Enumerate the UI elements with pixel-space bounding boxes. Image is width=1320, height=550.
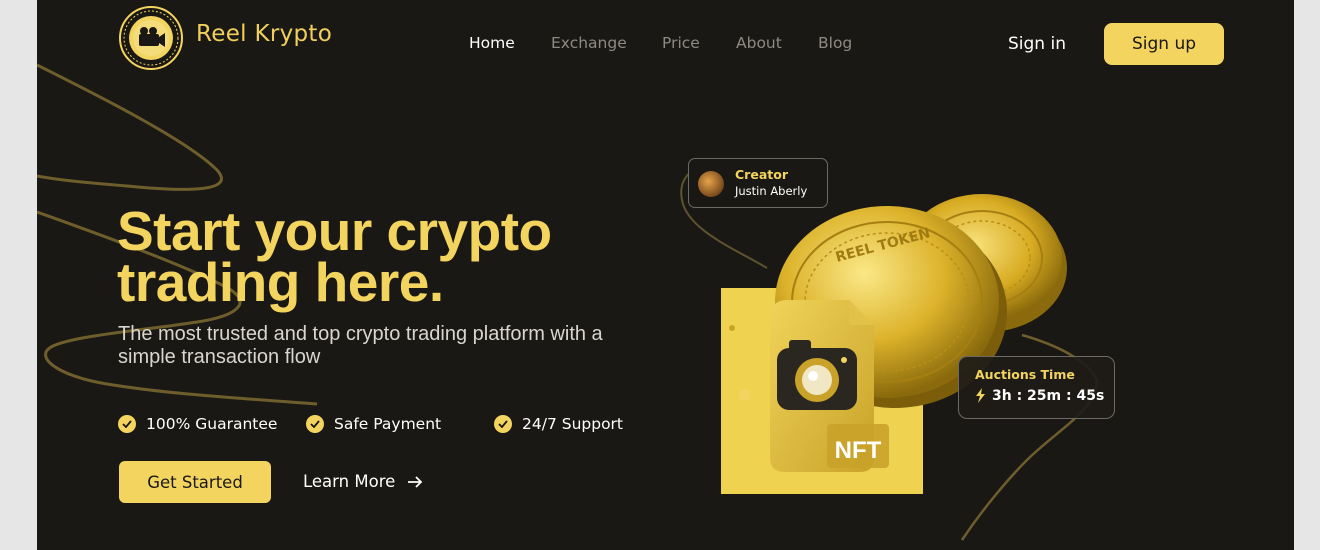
lightning-icon: [976, 388, 985, 403]
nft-label: NFT: [835, 437, 882, 464]
creator-label: Creator: [735, 167, 788, 182]
creator-avatar: [698, 171, 724, 197]
nft-coin-illustration: REEL TOKEN NFT: [721, 194, 1067, 494]
auction-countdown: 3h : 25m : 45s: [992, 388, 1105, 404]
creator-name: Justin Aberly: [735, 184, 808, 198]
auction-time-card: Auctions Time 3h : 25m : 45s: [958, 356, 1115, 419]
auction-label: Auctions Time: [975, 367, 1075, 382]
landing-page: Reel Krypto Home Exchange Price About Bl…: [37, 0, 1294, 550]
creator-card[interactable]: Creator Justin Aberly: [688, 158, 828, 208]
